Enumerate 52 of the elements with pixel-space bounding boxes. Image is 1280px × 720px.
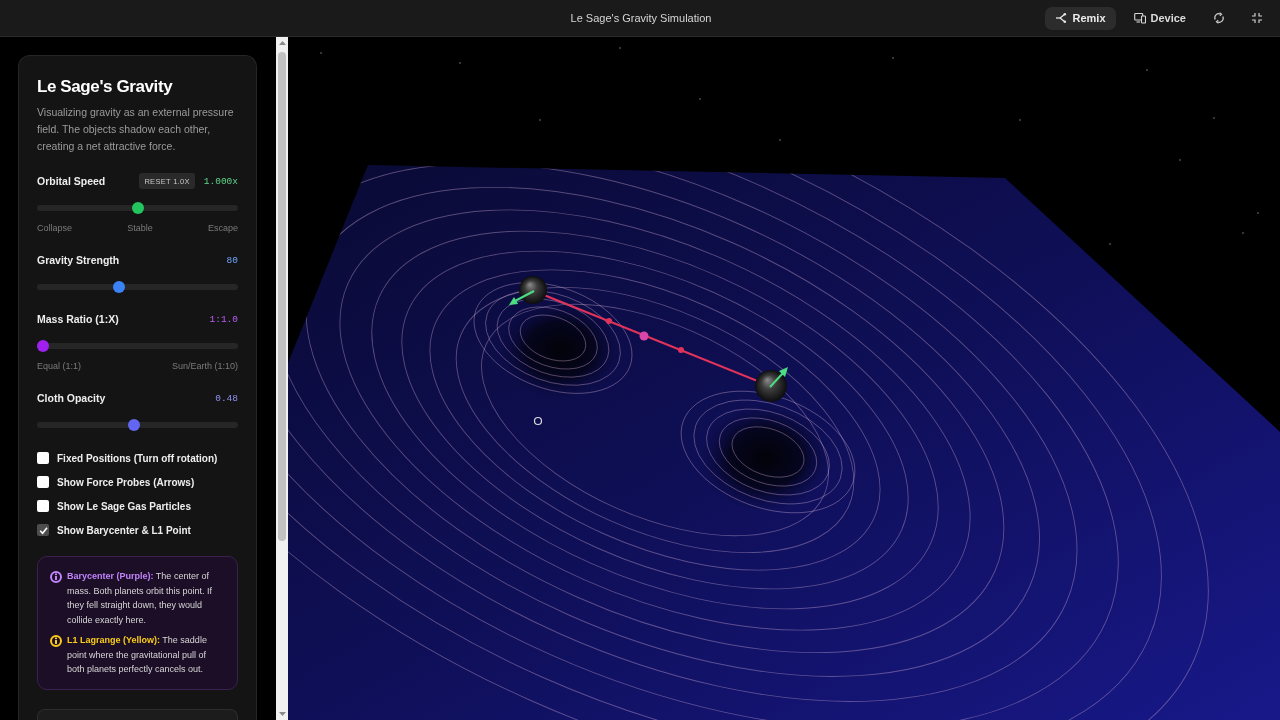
scale-label: Sun/Earth (1:10) [171, 360, 238, 372]
device-button[interactable]: Device [1123, 6, 1196, 30]
checkbox-label[interactable]: Show Barycenter & L1 Point [57, 524, 191, 536]
slider-label: Mass Ratio (1:X) [37, 313, 119, 325]
scale-label: Collapse [37, 222, 73, 234]
slider-label: Gravity Strength [37, 254, 120, 266]
devices-icon [1133, 12, 1146, 24]
slider-thumb[interactable] [131, 202, 144, 214]
checkmark-icon [38, 525, 48, 535]
slider-value: 0.48 [215, 392, 238, 404]
checkbox[interactable] [37, 452, 49, 464]
checkbox[interactable] [37, 524, 49, 536]
slider-track[interactable] [37, 419, 238, 431]
slider-label: Orbital Speed [37, 175, 106, 187]
scroll-up-arrow-icon[interactable] [278, 41, 286, 45]
slider-thumb[interactable] [127, 419, 140, 431]
window-title: Le Sage's Gravity Simulation [570, 12, 712, 24]
slider-value: 1:1.0 [209, 313, 238, 325]
checkbox[interactable] [37, 476, 49, 488]
note-text: Barycenter (Purple): The center of mass. Both planets orbit this point. If they fell straight down, they would collide exactly here. [67, 570, 214, 627]
fullscreen-icon[interactable] [1251, 12, 1263, 24]
scrollbar-thumb[interactable] [278, 52, 286, 541]
force-marker [606, 318, 612, 324]
checkbox-label[interactable]: Show Le Sage Gas Particles [57, 500, 191, 512]
slider-value: 80 [226, 254, 238, 266]
scale-label: Equal (1:1) [37, 360, 82, 372]
slider-track[interactable] [37, 281, 238, 293]
scroll-down-arrow-icon[interactable] [278, 712, 286, 716]
note-text: L1 Lagrange (Yellow): The saddle point where the gravitational pull of both planets perfectly cancels out. [67, 634, 208, 676]
planet [755, 370, 787, 402]
planet [519, 276, 547, 304]
velocity-arrow [509, 290, 535, 305]
branch-icon [1055, 12, 1068, 24]
panel-description: Visualizing gravity as an external pressure field. The objects shadow each other, creating a net attractive force. [37, 105, 235, 154]
refresh-icon[interactable] [1213, 12, 1225, 24]
force-marker [678, 347, 684, 353]
slider-thumb[interactable] [37, 340, 49, 352]
checkbox[interactable] [37, 500, 49, 512]
checkbox-label[interactable]: Fixed Positions (Turn off rotation) [57, 452, 218, 464]
slider-track[interactable] [37, 202, 238, 214]
slider-value: 1.000x [203, 175, 238, 187]
scale-label: Stable [127, 222, 153, 234]
slider-label: Cloth Opacity [37, 392, 106, 404]
checkbox-label[interactable]: Show Force Probes (Arrows) [57, 476, 195, 488]
barycenter-marker [639, 331, 649, 341]
slider-track[interactable] [37, 340, 238, 352]
remix-button[interactable]: Remix [1045, 6, 1116, 30]
velocity-arrow [769, 367, 788, 388]
panel-title: Le Sage's Gravity [37, 76, 174, 98]
scale-label: Escape [207, 222, 238, 234]
slider-thumb[interactable] [112, 281, 125, 293]
ring-cursor-icon [533, 416, 543, 426]
